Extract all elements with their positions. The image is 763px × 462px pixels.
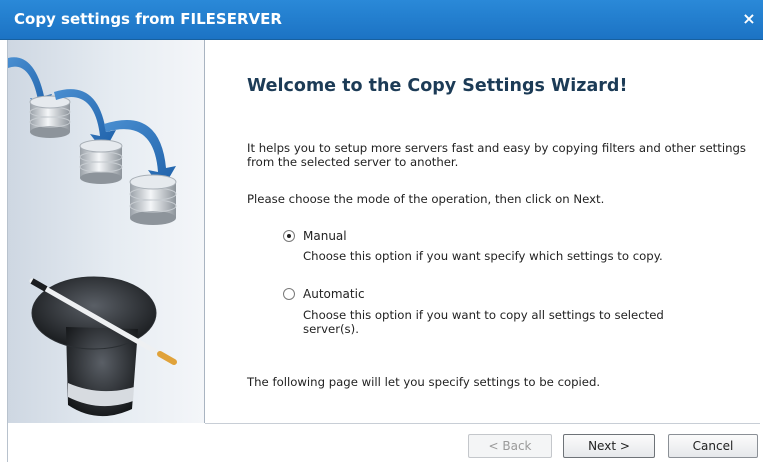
automatic-radio-label[interactable]: Automatic <box>303 287 365 301</box>
back-button[interactable]: < Back <box>468 434 552 458</box>
automatic-radio-option[interactable]: Automatic <box>283 287 365 301</box>
window-title: Copy settings from FILESERVER <box>14 10 282 28</box>
footer-note: The following page will let you specify … <box>247 375 601 389</box>
wizard-illustration-icon <box>8 57 177 417</box>
wizard-side-panel <box>8 40 205 423</box>
manual-radio-option[interactable]: Manual <box>283 229 347 243</box>
button-separator <box>205 423 760 424</box>
wizard-heading: Welcome to the Copy Settings Wizard! <box>247 76 628 96</box>
manual-radio-button[interactable] <box>283 230 295 242</box>
automatic-description: Choose this option if you want to copy a… <box>303 308 664 336</box>
next-button[interactable]: Next > <box>563 434 655 458</box>
title-bar: Copy settings from FILESERVER × <box>0 0 763 40</box>
window-left-edge <box>0 40 8 462</box>
instruction-text: Please choose the mode of the operation,… <box>247 192 605 206</box>
cancel-button[interactable]: Cancel <box>668 434 758 458</box>
copy-settings-dialog: Copy settings from FILESERVER × Welcome … <box>0 0 763 462</box>
automatic-radio-button[interactable] <box>283 288 295 300</box>
manual-radio-label[interactable]: Manual <box>303 229 347 243</box>
close-icon[interactable]: × <box>739 9 759 29</box>
manual-description: Choose this option if you want specify w… <box>303 249 663 263</box>
intro-text: It helps you to setup more servers fast … <box>247 141 746 169</box>
